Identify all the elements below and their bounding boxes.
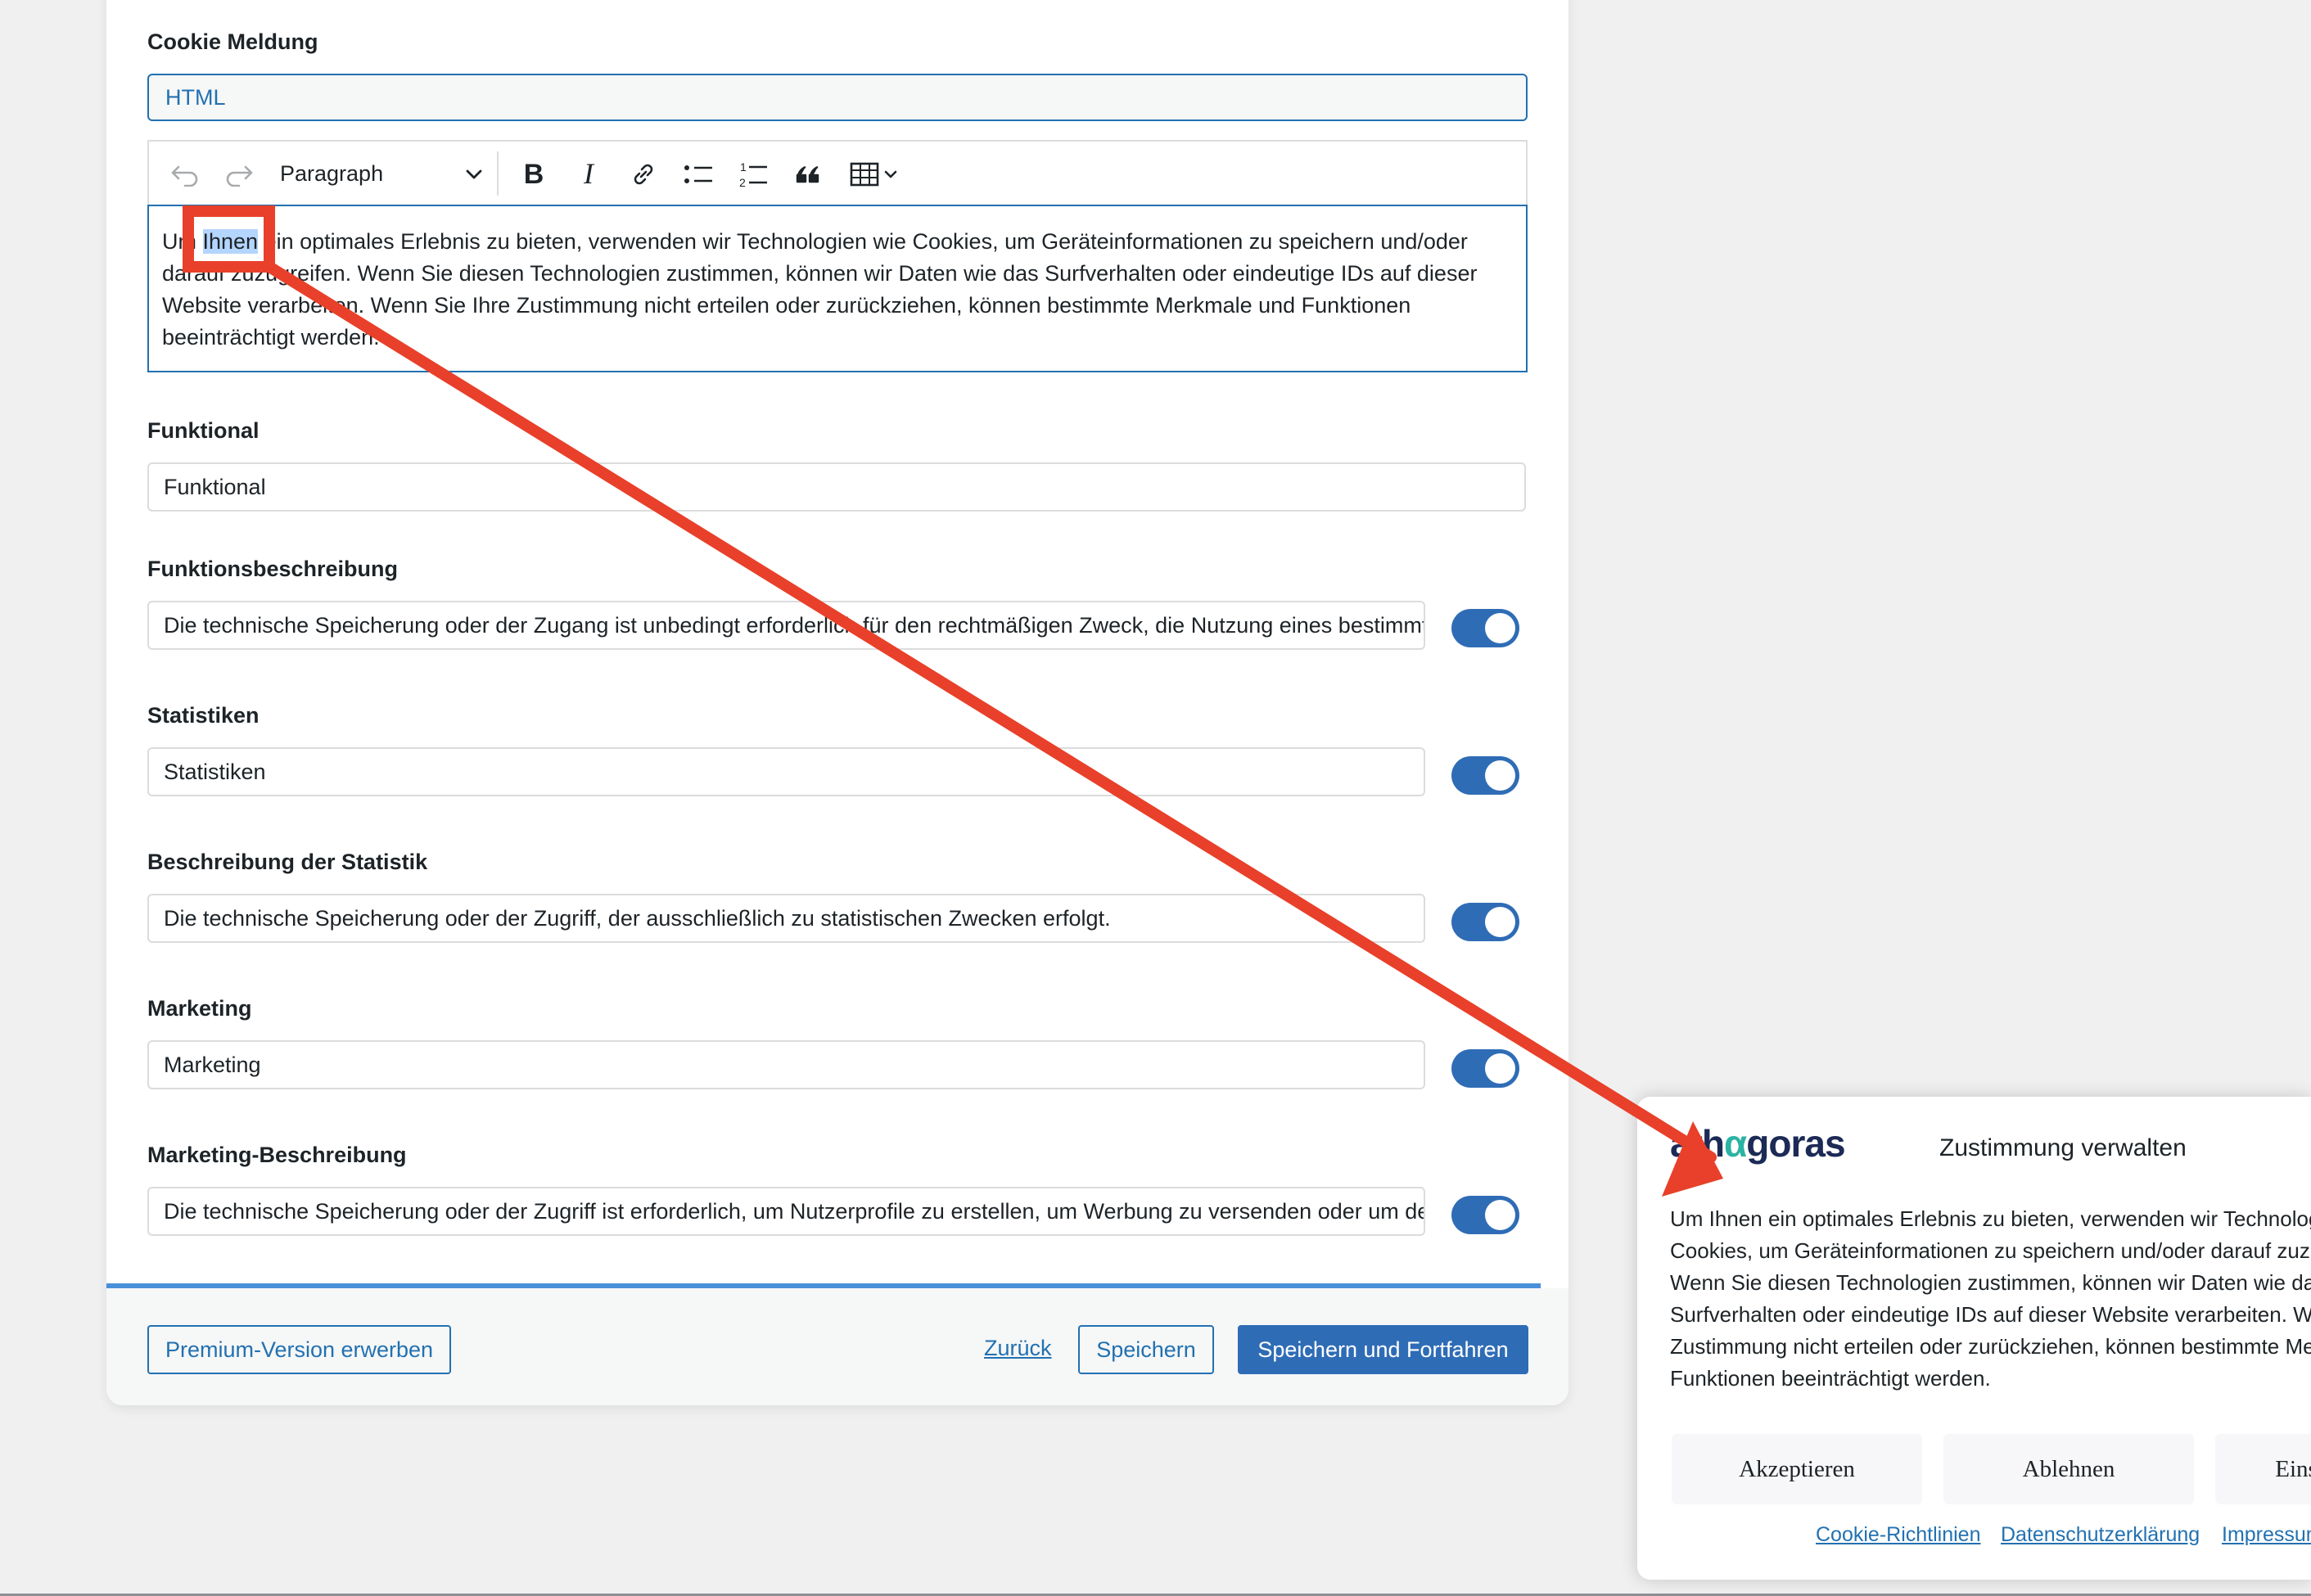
privacy-policy-link[interactable]: Datenschutzerklärung [2001, 1523, 2200, 1547]
italic-icon: I [576, 160, 601, 188]
statistics-toggle[interactable] [1451, 756, 1519, 795]
accept-button[interactable]: Akzeptieren [1672, 1434, 1922, 1504]
editor-line-1: Um Ihnen ein optimales Erlebnis zu biete… [162, 226, 1513, 258]
italic-button[interactable]: I [564, 142, 613, 206]
redo-icon [224, 162, 254, 187]
numbered-list-button[interactable]: 12 [729, 142, 778, 206]
editor-line-2: darauf zuzugreifen. Wenn Sie diesen Tech… [162, 261, 1478, 286]
editor-text: ein optimales Erlebnis zu bieten, verwen… [258, 229, 1468, 254]
logo-text: goras [1746, 1122, 1845, 1165]
imprint-link[interactable]: Impressum [2222, 1523, 2311, 1547]
consent-message: Um Ihnen ein optimales Erlebnis zu biete… [1670, 1203, 2311, 1395]
toolbar-separator [497, 151, 499, 196]
table-icon [850, 161, 900, 187]
svg-text:I: I [583, 160, 595, 188]
consent-line: Surfverhalten oder eindeutige IDs auf di… [1670, 1302, 2311, 1327]
selected-word: Ihnen [202, 229, 259, 254]
redo-button[interactable] [214, 142, 264, 206]
cookie-type-select[interactable]: HTML [147, 74, 1528, 121]
functional-description-label: Funktionsbeschreibung [147, 557, 399, 581]
chevron-down-icon [464, 168, 484, 181]
functional-description-input[interactable]: Die technische Speicherung oder der Zuga… [147, 601, 1425, 650]
marketing-description-toggle[interactable] [1451, 1196, 1519, 1234]
undo-button[interactable] [160, 142, 210, 206]
reject-button[interactable]: Ablehnen [1943, 1434, 2194, 1504]
consent-line: Um Ihnen ein optimales Erlebnis zu biete… [1670, 1206, 2311, 1231]
statistics-description-input[interactable]: Die technische Speicherung oder der Zugr… [147, 894, 1425, 943]
link-icon [630, 160, 657, 188]
undo-icon [170, 162, 200, 187]
functional-input[interactable]: Funktional [147, 462, 1526, 512]
cookie-consent-banner: athαgoras Zustimmung verwalten Um Ihnen … [1637, 1097, 2311, 1580]
bold-button[interactable]: B [509, 142, 558, 206]
marketing-description-input[interactable]: Die technische Speicherung oder der Zugr… [147, 1187, 1425, 1236]
consent-title: Zustimmung verwalten [1939, 1134, 2187, 1161]
table-button[interactable] [838, 142, 912, 206]
bullet-list-button[interactable] [674, 142, 723, 206]
blockquote-button[interactable] [783, 142, 833, 206]
svg-text:2: 2 [739, 176, 746, 188]
svg-text:1: 1 [740, 160, 747, 174]
athagoras-logo: athαgoras [1670, 1121, 1846, 1165]
quote-icon [794, 162, 822, 187]
cookie-message-label: Cookie Meldung [147, 29, 318, 54]
numbered-list-icon: 12 [738, 160, 769, 188]
consent-line: Cookies, um Geräteinformationen zu speic… [1670, 1238, 2311, 1263]
back-link[interactable]: Zurück [984, 1336, 1052, 1361]
statistics-description-toggle[interactable] [1451, 903, 1519, 941]
settings-button[interactable]: Einstellungen [2215, 1434, 2311, 1504]
editor-line-3: Website verarbeiten. Wenn Sie Ihre Zusti… [162, 293, 1411, 318]
cookie-message-editor[interactable]: Um Ihnen ein optimales Erlebnis zu biete… [147, 205, 1528, 372]
logo-alpha: α [1724, 1122, 1747, 1165]
consent-line: Funktionen beeinträchtigt werden. [1670, 1366, 1991, 1391]
editor-text: Um [162, 229, 203, 254]
marketing-label: Marketing [147, 996, 252, 1021]
save-and-continue-button[interactable]: Speichern und Fortfahren [1238, 1325, 1528, 1374]
statistics-label: Statistiken [147, 703, 260, 728]
paragraph-dropdown-label: Paragraph [280, 161, 384, 186]
editor-toolbar: Paragraph B I 12 [147, 140, 1528, 205]
statistics-description-label: Beschreibung der Statistik [147, 850, 428, 874]
functional-description-toggle[interactable] [1451, 609, 1519, 647]
svg-text:B: B [524, 160, 544, 188]
bold-icon: B [521, 160, 546, 188]
logo-text: ath [1670, 1122, 1725, 1165]
cookie-policy-link[interactable]: Cookie-Richtlinien [1816, 1523, 1980, 1547]
paragraph-dropdown[interactable]: Paragraph [280, 142, 489, 206]
statistics-input[interactable]: Statistiken [147, 747, 1425, 796]
premium-version-button[interactable]: Premium-Version erwerben [147, 1325, 451, 1374]
consent-line: Zustimmung nicht erteilen oder zurückzie… [1670, 1334, 2311, 1359]
consent-line: Wenn Sie diesen Technologien zustimmen, … [1670, 1270, 2311, 1295]
save-button[interactable]: Speichern [1078, 1325, 1214, 1374]
functional-label: Funktional [147, 418, 260, 443]
link-button[interactable] [619, 142, 668, 206]
bullet-list-icon [683, 162, 714, 187]
marketing-description-label: Marketing-Beschreibung [147, 1143, 407, 1167]
marketing-toggle[interactable] [1451, 1049, 1519, 1088]
editor-line-4: beeinträchtigt werden. [162, 325, 380, 349]
marketing-input[interactable]: Marketing [147, 1040, 1425, 1089]
